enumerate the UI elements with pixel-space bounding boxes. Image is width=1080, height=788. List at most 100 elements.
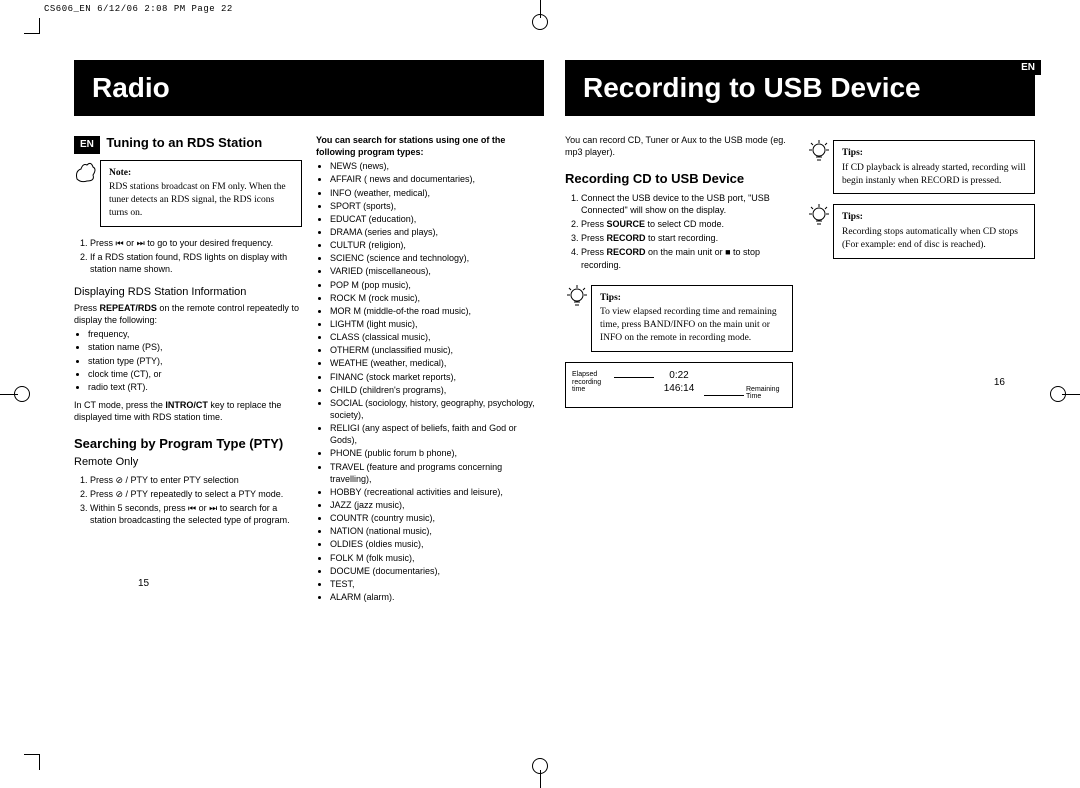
- list-item: LIGHTM (light music),: [330, 318, 544, 330]
- tip-text: To view elapsed recording time and remai…: [600, 307, 777, 343]
- lang-badge-right: EN: [1015, 60, 1041, 75]
- print-header: CS606_EN 6/12/06 2:08 PM Page 22: [44, 4, 233, 14]
- lightbulb-icon: [564, 284, 590, 310]
- tip-label: Tips:: [842, 147, 1026, 160]
- title-band-radio: Radio: [74, 60, 544, 116]
- list-item: Press RECORD on the main unit or ■ to st…: [581, 246, 793, 270]
- bold-run: REPEAT/RDS: [100, 303, 157, 313]
- list-item: MOR M (middle-of-the road music),: [330, 305, 544, 317]
- list-item: VARIED (miscellaneous),: [330, 265, 544, 277]
- text-run: Press: [74, 303, 100, 313]
- list-item: HOBBY (recreational activities and leisu…: [330, 486, 544, 498]
- heading-record-cd-usb: Recording CD to USB Device: [565, 170, 793, 188]
- list-item: CHILD (children's programs),: [330, 384, 544, 396]
- text-run: In CT mode, press the: [74, 400, 165, 410]
- note-label: Note:: [109, 167, 293, 180]
- list-item: DRAMA (series and plays),: [330, 226, 544, 238]
- bold-run: INTRO/CT: [165, 400, 208, 410]
- col-right-2: Tips: If CD playback is already started,…: [807, 134, 1035, 408]
- list-item: frequency,: [88, 328, 302, 340]
- list-item: PHONE (public forum b phone),: [330, 447, 544, 459]
- lang-badge-left: EN: [74, 136, 100, 154]
- list-item: FINANC (stock market reports),: [330, 371, 544, 383]
- tip-text: If CD playback is already started, recor…: [842, 163, 1026, 186]
- lightbulb-icon: [806, 203, 832, 229]
- list-item: TRAVEL (feature and programs concerning …: [330, 461, 544, 485]
- list-item: SPORT (sports),: [330, 200, 544, 212]
- subhead-display-rds-info: Displaying RDS Station Information: [74, 285, 302, 300]
- list-item: OLDIES (oldies music),: [330, 538, 544, 550]
- tip-label: Tips:: [842, 211, 1026, 224]
- list-item: NEWS (news),: [330, 160, 544, 172]
- display-diagram: Elapsed recording time 0:22 146:14 Remai…: [565, 362, 793, 408]
- display-elapsed-value: 0:22: [664, 369, 695, 382]
- heading-tuning-rds: Tuning to an RDS Station: [106, 135, 262, 150]
- lightbulb-icon: [806, 139, 832, 165]
- title-band-usb: Recording to USB Device: [565, 60, 1035, 116]
- col-left-1: EN Tuning to an RDS Station Note: RDS st…: [74, 134, 302, 609]
- list-item: Press ⊘ / PTY to enter PTY selection: [90, 474, 302, 486]
- tip-text: Recording stops automatically when CD st…: [842, 227, 1018, 250]
- crop-mark-bottom-left: [24, 754, 40, 770]
- list-item: FOLK M (folk music),: [330, 552, 544, 564]
- usb-intro: You can record CD, Tuner or Aux to the U…: [565, 134, 793, 158]
- col-left-2: You can search for stations using one of…: [316, 134, 544, 609]
- rds-steps: Press ⏮ or ⏭ to go to your desired frequ…: [74, 237, 302, 275]
- col-right-1: You can record CD, Tuner or Aux to the U…: [565, 134, 793, 408]
- note-hand-icon: [73, 159, 99, 185]
- subhead-remote-only: Remote Only: [74, 455, 302, 470]
- display-left-label: Elapsed recording time: [572, 371, 612, 394]
- list-item: station name (PS),: [88, 341, 302, 353]
- heading-search-pty: Searching by Program Type (PTY): [74, 435, 302, 453]
- list-item: CLASS (classical music),: [330, 331, 544, 343]
- list-item: RELIGI (any aspect of beliefs, faith and…: [330, 422, 544, 446]
- note-box: Note: RDS stations broadcast on FM only.…: [100, 160, 302, 227]
- list-item: ROCK M (rock music),: [330, 292, 544, 304]
- list-item: NATION (national music),: [330, 525, 544, 537]
- list-item: Within 5 seconds, press ⏮ or ⏭ to search…: [90, 502, 302, 526]
- list-item: COUNTR (country music),: [330, 512, 544, 524]
- crop-mark-top-left: [24, 18, 40, 34]
- rds-info-intro: Press REPEAT/RDS on the remote control r…: [74, 302, 302, 326]
- tip-box-1: Tips: To view elapsed recording time and…: [591, 285, 793, 352]
- list-item: OTHERM (unclassified music),: [330, 344, 544, 356]
- display-right-label: Remaining Time: [746, 386, 786, 401]
- pty-list: NEWS (news),AFFAIR ( news and documentar…: [316, 160, 544, 603]
- pty-steps: Press ⊘ / PTY to enter PTY selection Pre…: [74, 474, 302, 527]
- display-remaining-value: 146:14: [664, 382, 695, 395]
- title-radio: Radio: [92, 72, 526, 104]
- list-item: JAZZ (jazz music),: [330, 499, 544, 511]
- list-item: EDUCAT (education),: [330, 213, 544, 225]
- list-item: SCIENC (science and technology),: [330, 252, 544, 264]
- tip-box-3: Tips: Recording stops automatically when…: [833, 204, 1035, 258]
- page-left: Radio EN Tuning to an RDS Station Note: …: [74, 60, 544, 609]
- note-text: RDS stations broadcast on FM only. When …: [109, 182, 286, 218]
- list-item: TEST,: [330, 578, 544, 590]
- rds-ct-tail: In CT mode, press the INTRO/CT key to re…: [74, 399, 302, 423]
- leader-line: [614, 377, 654, 378]
- list-item: Press ⊘ / PTY repeatedly to select a PTY…: [90, 488, 302, 500]
- rds-info-list: frequency, station name (PS), station ty…: [74, 328, 302, 393]
- pty-intro: You can search for stations using one of…: [316, 134, 544, 158]
- tip-label: Tips:: [600, 292, 784, 305]
- tip-box-2: Tips: If CD playback is already started,…: [833, 140, 1035, 194]
- page-number-left: 15: [138, 578, 149, 589]
- list-item: Press ⏮ or ⏭ to go to your desired frequ…: [90, 237, 302, 249]
- list-item: SOCIAL (sociology, history, geography, p…: [330, 397, 544, 421]
- page-number-right: 16: [994, 377, 1005, 388]
- list-item: Press SOURCE to select CD mode.: [581, 218, 793, 230]
- display-values: 0:22 146:14: [664, 369, 695, 395]
- list-item: ALARM (alarm).: [330, 591, 544, 603]
- title-usb: Recording to USB Device: [583, 72, 1017, 104]
- page-right: Recording to USB Device EN You can recor…: [565, 60, 1035, 408]
- list-item: AFFAIR ( news and documentaries),: [330, 173, 544, 185]
- list-item: If a RDS station found, RDS lights on di…: [90, 251, 302, 275]
- list-item: Press RECORD to start recording.: [581, 232, 793, 244]
- list-item: radio text (RT).: [88, 381, 302, 393]
- list-item: clock time (CT), or: [88, 368, 302, 380]
- list-item: INFO (weather, medical),: [330, 187, 544, 199]
- leader-line: [704, 395, 744, 396]
- usb-steps: Connect the USB device to the USB port, …: [565, 192, 793, 271]
- list-item: CULTUR (religion),: [330, 239, 544, 251]
- list-item: WEATHE (weather, medical),: [330, 357, 544, 369]
